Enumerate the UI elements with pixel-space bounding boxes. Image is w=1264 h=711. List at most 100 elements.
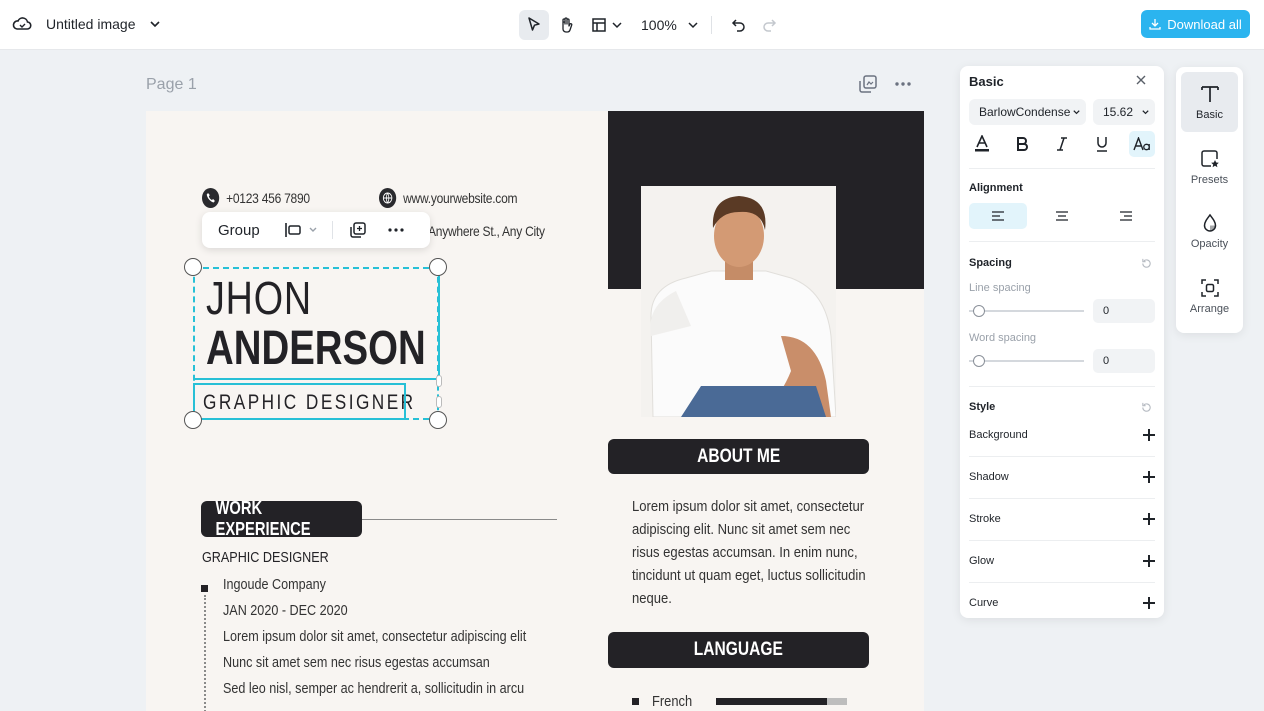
redo-icon <box>763 19 776 32</box>
sidebar-item-basic[interactable]: Basic <box>1181 72 1238 132</box>
arrange-icon <box>1200 278 1219 297</box>
style-row-label: Background <box>969 429 1028 441</box>
address-text: Anywhere St., Any City <box>428 223 545 239</box>
duplicate-page-icon[interactable] <box>858 74 878 94</box>
line-spacing-slider[interactable] <box>969 305 1084 317</box>
style-label: Style <box>969 401 996 413</box>
experience-line[interactable]: Nunc sit amet sem nec risus egestas accu… <box>223 654 490 671</box>
plus-icon[interactable] <box>1143 471 1155 483</box>
font-family-select[interactable]: BarlowCondense <box>969 99 1086 125</box>
group-toolbar: Group <box>202 212 430 248</box>
timeline-line <box>204 595 206 711</box>
download-icon <box>1149 19 1161 30</box>
style-row-background[interactable]: Background <box>969 420 1155 450</box>
style-row-label: Shadow <box>969 471 1009 483</box>
file-menu[interactable]: Untitled image <box>12 12 162 36</box>
hand-tool-button[interactable] <box>551 10 581 40</box>
resize-handle-top-right[interactable] <box>429 258 447 276</box>
about-me-text[interactable]: Lorem ipsum dolor sit amet, consectetur … <box>632 495 867 610</box>
plus-icon[interactable] <box>1143 555 1155 567</box>
plus-icon[interactable] <box>1143 513 1155 525</box>
style-row-glow[interactable]: Glow <box>969 546 1155 576</box>
alignment-row <box>969 203 1155 231</box>
group-button[interactable]: Group <box>218 222 260 239</box>
select-tool-button[interactable] <box>519 10 549 40</box>
underline-button[interactable] <box>1089 131 1115 157</box>
slider-knob[interactable] <box>973 355 985 367</box>
sidebar-item-label: Arrange <box>1189 302 1230 315</box>
job-title[interactable]: GRAPHIC DESIGNER <box>202 549 329 566</box>
sidebar-item-presets[interactable]: Presets <box>1181 137 1238 197</box>
website-url: www.yourwebsite.com <box>403 190 518 206</box>
plus-icon[interactable] <box>1143 597 1155 609</box>
language-bullet <box>632 698 639 705</box>
chevron-down-icon <box>688 22 698 29</box>
italic-button[interactable] <box>1049 131 1075 157</box>
more-options-icon[interactable] <box>894 75 912 93</box>
address-contact: Anywhere St., Any City <box>428 223 545 239</box>
resize-handle-bottom-left[interactable] <box>184 411 202 429</box>
experience-line[interactable]: Lorem ipsum dolor sit amet, consectetur … <box>223 628 526 645</box>
resize-handle-top-left[interactable] <box>184 258 202 276</box>
word-spacing-slider[interactable] <box>969 355 1084 367</box>
font-size-select[interactable]: 15.62 <box>1093 99 1155 125</box>
bold-button[interactable] <box>1009 131 1035 157</box>
top-bar: Untitled image 100% Download all <box>0 0 1264 50</box>
zoom-dropdown[interactable]: 100% <box>641 17 699 33</box>
resize-handle-bottom-right[interactable] <box>429 411 447 429</box>
job-period[interactable]: JAN 2020 - DEC 2020 <box>223 602 348 619</box>
pointer-icon <box>528 17 540 31</box>
about-me-heading[interactable]: ABOUT ME <box>608 439 869 474</box>
duplicate-icon[interactable] <box>349 221 367 239</box>
language-heading[interactable]: LANGUAGE <box>608 632 869 668</box>
line-spacing-input[interactable]: 0 <box>1093 299 1155 323</box>
line-spacing-label: Line spacing <box>969 282 1031 294</box>
style-row-curve[interactable]: Curve <box>969 588 1155 618</box>
align-center-button[interactable] <box>1033 203 1091 229</box>
style-row-label: Glow <box>969 555 995 567</box>
layout-dropdown[interactable] <box>591 17 623 33</box>
text-color-button[interactable] <box>969 131 995 157</box>
alignment-label: Alignment <box>969 182 1023 194</box>
experience-line[interactable]: Sed leo nisl, semper ac hendrerit a, sol… <box>223 680 524 697</box>
style-row-shadow[interactable]: Shadow <box>969 462 1155 492</box>
undo-button[interactable] <box>724 10 754 40</box>
reset-icon[interactable] <box>1141 402 1152 413</box>
font-family-value: BarlowCondense <box>979 105 1071 119</box>
slider-knob[interactable] <box>973 305 985 317</box>
text-case-button[interactable] <box>1129 131 1155 157</box>
close-icon[interactable] <box>1134 73 1148 87</box>
sidebar-item-opacity[interactable]: Opacity <box>1181 201 1238 261</box>
download-all-button[interactable]: Download all <box>1141 10 1250 38</box>
side-handle[interactable] <box>436 396 442 408</box>
panel-title: Basic <box>969 74 1004 89</box>
profile-photo[interactable] <box>641 186 836 417</box>
work-experience-heading[interactable]: WORK EXPERIENCE <box>201 498 362 539</box>
style-row-stroke[interactable]: Stroke <box>969 504 1155 534</box>
style-row-label: Curve <box>969 597 999 609</box>
sidebar-item-arrange[interactable]: Arrange <box>1181 266 1238 326</box>
align-dropdown[interactable] <box>284 222 318 238</box>
undo-icon <box>731 19 745 32</box>
plus-icon[interactable] <box>1143 429 1155 441</box>
more-options-icon[interactable] <box>387 221 405 239</box>
align-left-icon <box>284 223 301 237</box>
sidebar-item-label: Presets <box>1190 173 1229 186</box>
align-left-button[interactable] <box>969 203 1027 229</box>
text-case-icon <box>1133 137 1150 151</box>
side-handle[interactable] <box>436 375 442 387</box>
language-level-bar <box>716 698 847 705</box>
text-format-row <box>969 130 1155 158</box>
language-row[interactable]: French <box>632 693 716 710</box>
reset-icon[interactable] <box>1141 258 1152 269</box>
redo-button[interactable] <box>754 10 784 40</box>
download-all-label: Download all <box>1167 16 1242 32</box>
phone-contact: +0123 456 7890 <box>202 188 310 208</box>
toolbar-divider <box>331 221 333 239</box>
word-spacing-input[interactable]: 0 <box>1093 349 1155 373</box>
italic-icon <box>1057 137 1067 151</box>
style-row-label: Stroke <box>969 513 1001 525</box>
company-name[interactable]: Ingoude Company <box>223 576 326 593</box>
align-right-button[interactable] <box>1097 203 1155 229</box>
panel-divider <box>969 386 1155 387</box>
